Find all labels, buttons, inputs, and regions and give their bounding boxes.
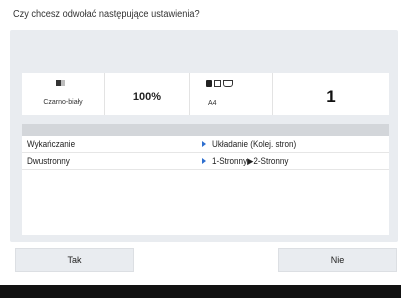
list-item: Wykańczanie Układanie (Kolej. stron)	[22, 136, 389, 153]
job-summary-bar: Czarno-biały 100% A4 1	[22, 73, 389, 115]
arrow-right-icon	[202, 158, 206, 164]
settings-list: Wykańczanie Układanie (Kolej. stron) Dwu…	[22, 124, 389, 235]
paper-size: A4	[208, 100, 217, 107]
copies-cell: 1	[273, 73, 389, 115]
setting-value: 1-Stronny▶2-Stronny	[212, 156, 289, 166]
no-button[interactable]: Nie	[278, 248, 397, 272]
zoom-value: 100%	[132, 91, 162, 103]
bottom-bar	[0, 285, 401, 298]
setting-name: Wykańczanie	[27, 139, 76, 149]
color-mode-cell: Czarno-biały	[22, 73, 105, 115]
list-item: Dwustronny 1-Stronny▶2-Stronny	[22, 153, 389, 170]
copies-count: 1	[326, 87, 336, 106]
dialog-question: Czy chcesz odwołać następujące ustawieni…	[13, 9, 200, 20]
paper-cell: A4	[190, 73, 273, 115]
paper-tray-icons	[206, 80, 233, 87]
color-mode-label: Czarno-biały	[43, 99, 83, 106]
arrow-right-icon	[202, 141, 206, 147]
yes-button[interactable]: Tak	[15, 248, 134, 272]
list-header	[22, 124, 389, 136]
setting-value: Układanie (Kolej. stron)	[212, 139, 297, 149]
zoom-cell: 100%	[105, 73, 190, 115]
setting-name: Dwustronny	[27, 156, 70, 166]
black-white-icon	[56, 80, 65, 86]
